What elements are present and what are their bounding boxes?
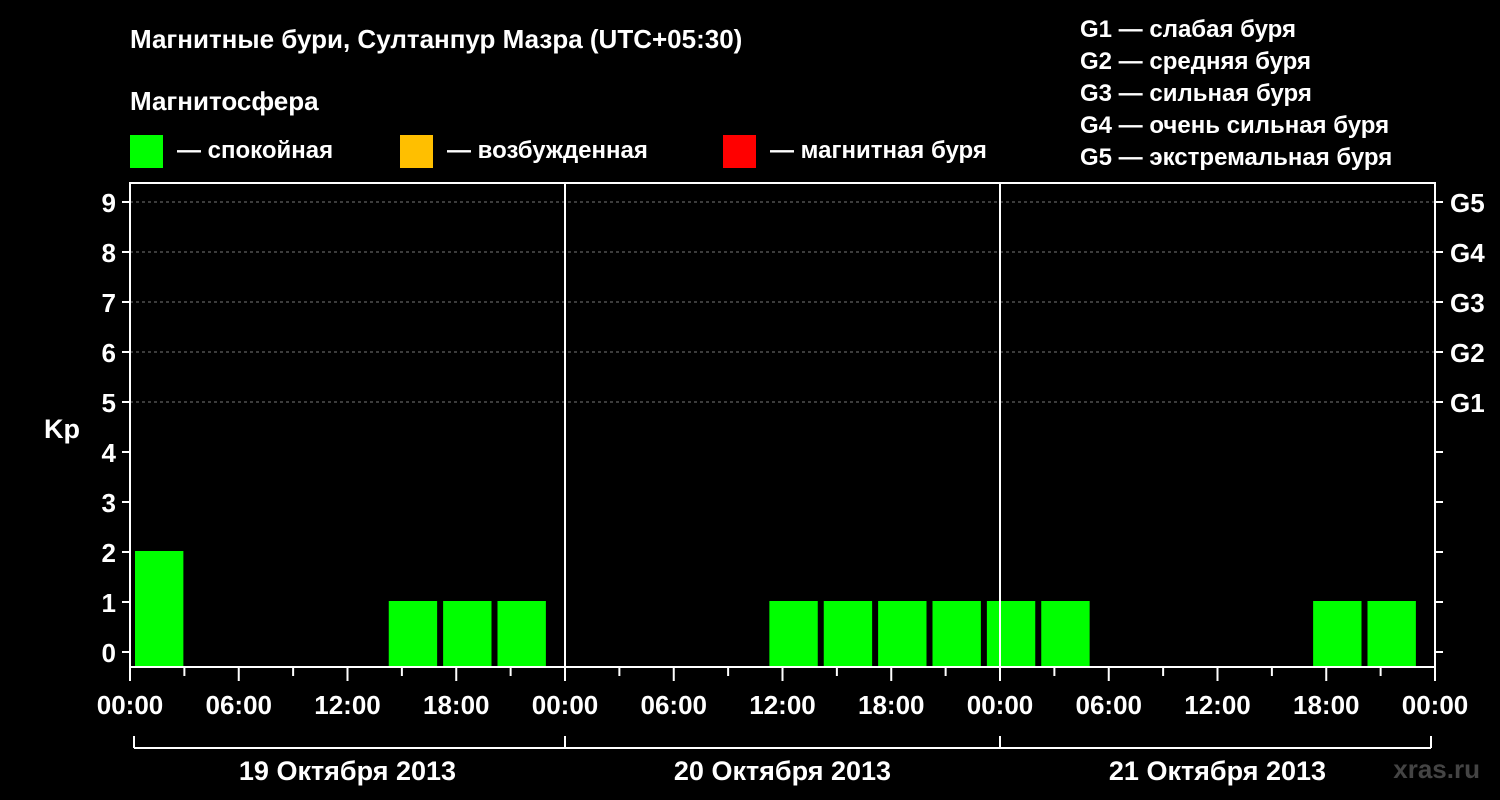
grid	[130, 201, 1435, 403]
y-tick-label: 9	[102, 188, 116, 218]
legend-label: — спокойная	[177, 137, 333, 164]
kp-bar	[1313, 601, 1362, 667]
y-tick-label: 5	[102, 388, 116, 418]
x-tick-label: 12:00	[1184, 690, 1251, 720]
g-legend-item: G2 — средняя буря	[1080, 48, 1311, 75]
y-tick-label: 7	[102, 288, 116, 318]
g-legend-item: G3 — сильная буря	[1080, 80, 1312, 107]
x-tick-label: 06:00	[1076, 690, 1143, 720]
legend: — спокойная — возбужденная — магнитная бур…	[130, 135, 987, 168]
y-tick-label: 3	[102, 488, 116, 518]
kp-bar	[769, 601, 818, 667]
legend-label: — возбужденная	[447, 137, 648, 164]
g-level-label: G4	[1450, 238, 1485, 268]
kp-bar	[878, 601, 927, 667]
y-tick-label: 4	[102, 438, 117, 468]
x-tick-label: 00:00	[97, 690, 164, 720]
x-tick-label: 18:00	[423, 690, 490, 720]
legend-swatch	[400, 135, 433, 168]
x-tick-label: 00:00	[967, 690, 1034, 720]
chart-subtitle: Магнитосфера	[130, 86, 319, 116]
kp-bar	[1367, 601, 1416, 667]
g-level-label: G1	[1450, 388, 1485, 418]
y-tick-label: 8	[102, 238, 116, 268]
kp-bar	[443, 601, 492, 667]
g-legend-item: G4 — очень сильная буря	[1080, 112, 1389, 139]
day-label: 19 Октября 2013	[239, 756, 456, 786]
g-legend: G1 — слабая буря G2 — средняя буря G3 — си…	[1080, 16, 1392, 171]
x-tick-label: 00:00	[532, 690, 599, 720]
kp-bar	[986, 601, 1036, 667]
chart-title: Магнитные бури, Султанпур Мазра (UTC+05:…	[130, 24, 742, 54]
kp-bar	[497, 601, 546, 667]
y-tick-label: 2	[102, 538, 116, 568]
plot-frame	[129, 182, 1436, 668]
y-tick-label: 0	[102, 638, 116, 668]
legend-swatch	[723, 135, 756, 168]
x-tick-label: 00:00	[1402, 690, 1469, 720]
bars	[135, 551, 1416, 667]
x-tick-label: 06:00	[641, 690, 708, 720]
kp-chart: Магнитные бури, Султанпур Мазра (UTC+05:…	[44, 16, 1485, 786]
g-level-label: G3	[1450, 288, 1485, 318]
day-label: 21 Октября 2013	[1109, 756, 1326, 786]
day-label: 20 Октября 2013	[674, 756, 891, 786]
legend-label: — магнитная буря	[770, 137, 987, 164]
y-tick-label: 6	[102, 338, 116, 368]
watermark: xras.ru	[1393, 754, 1480, 784]
x-tick-label: 12:00	[314, 690, 381, 720]
g-level-label: G2	[1450, 338, 1485, 368]
y-axis-label: Kp	[44, 414, 80, 444]
y-tick-label: 1	[102, 588, 116, 618]
kp-bar	[932, 601, 981, 667]
kp-bar	[823, 601, 873, 667]
kp-bar	[388, 601, 438, 667]
g-legend-item: G1 — слабая буря	[1080, 16, 1296, 43]
g-level-label: G5	[1450, 188, 1485, 218]
g-legend-item: G5 — экстремальная буря	[1080, 144, 1392, 171]
x-tick-label: 18:00	[858, 690, 925, 720]
legend-swatch	[130, 135, 163, 168]
day-labels: 19 Октября 2013 20 Октября 2013 21 Октября…	[239, 756, 1326, 786]
kp-bar	[135, 551, 184, 667]
kp-bar	[1041, 601, 1090, 667]
x-tick-label: 06:00	[206, 690, 273, 720]
x-tick-label: 18:00	[1293, 690, 1360, 720]
x-tick-label: 12:00	[749, 690, 816, 720]
